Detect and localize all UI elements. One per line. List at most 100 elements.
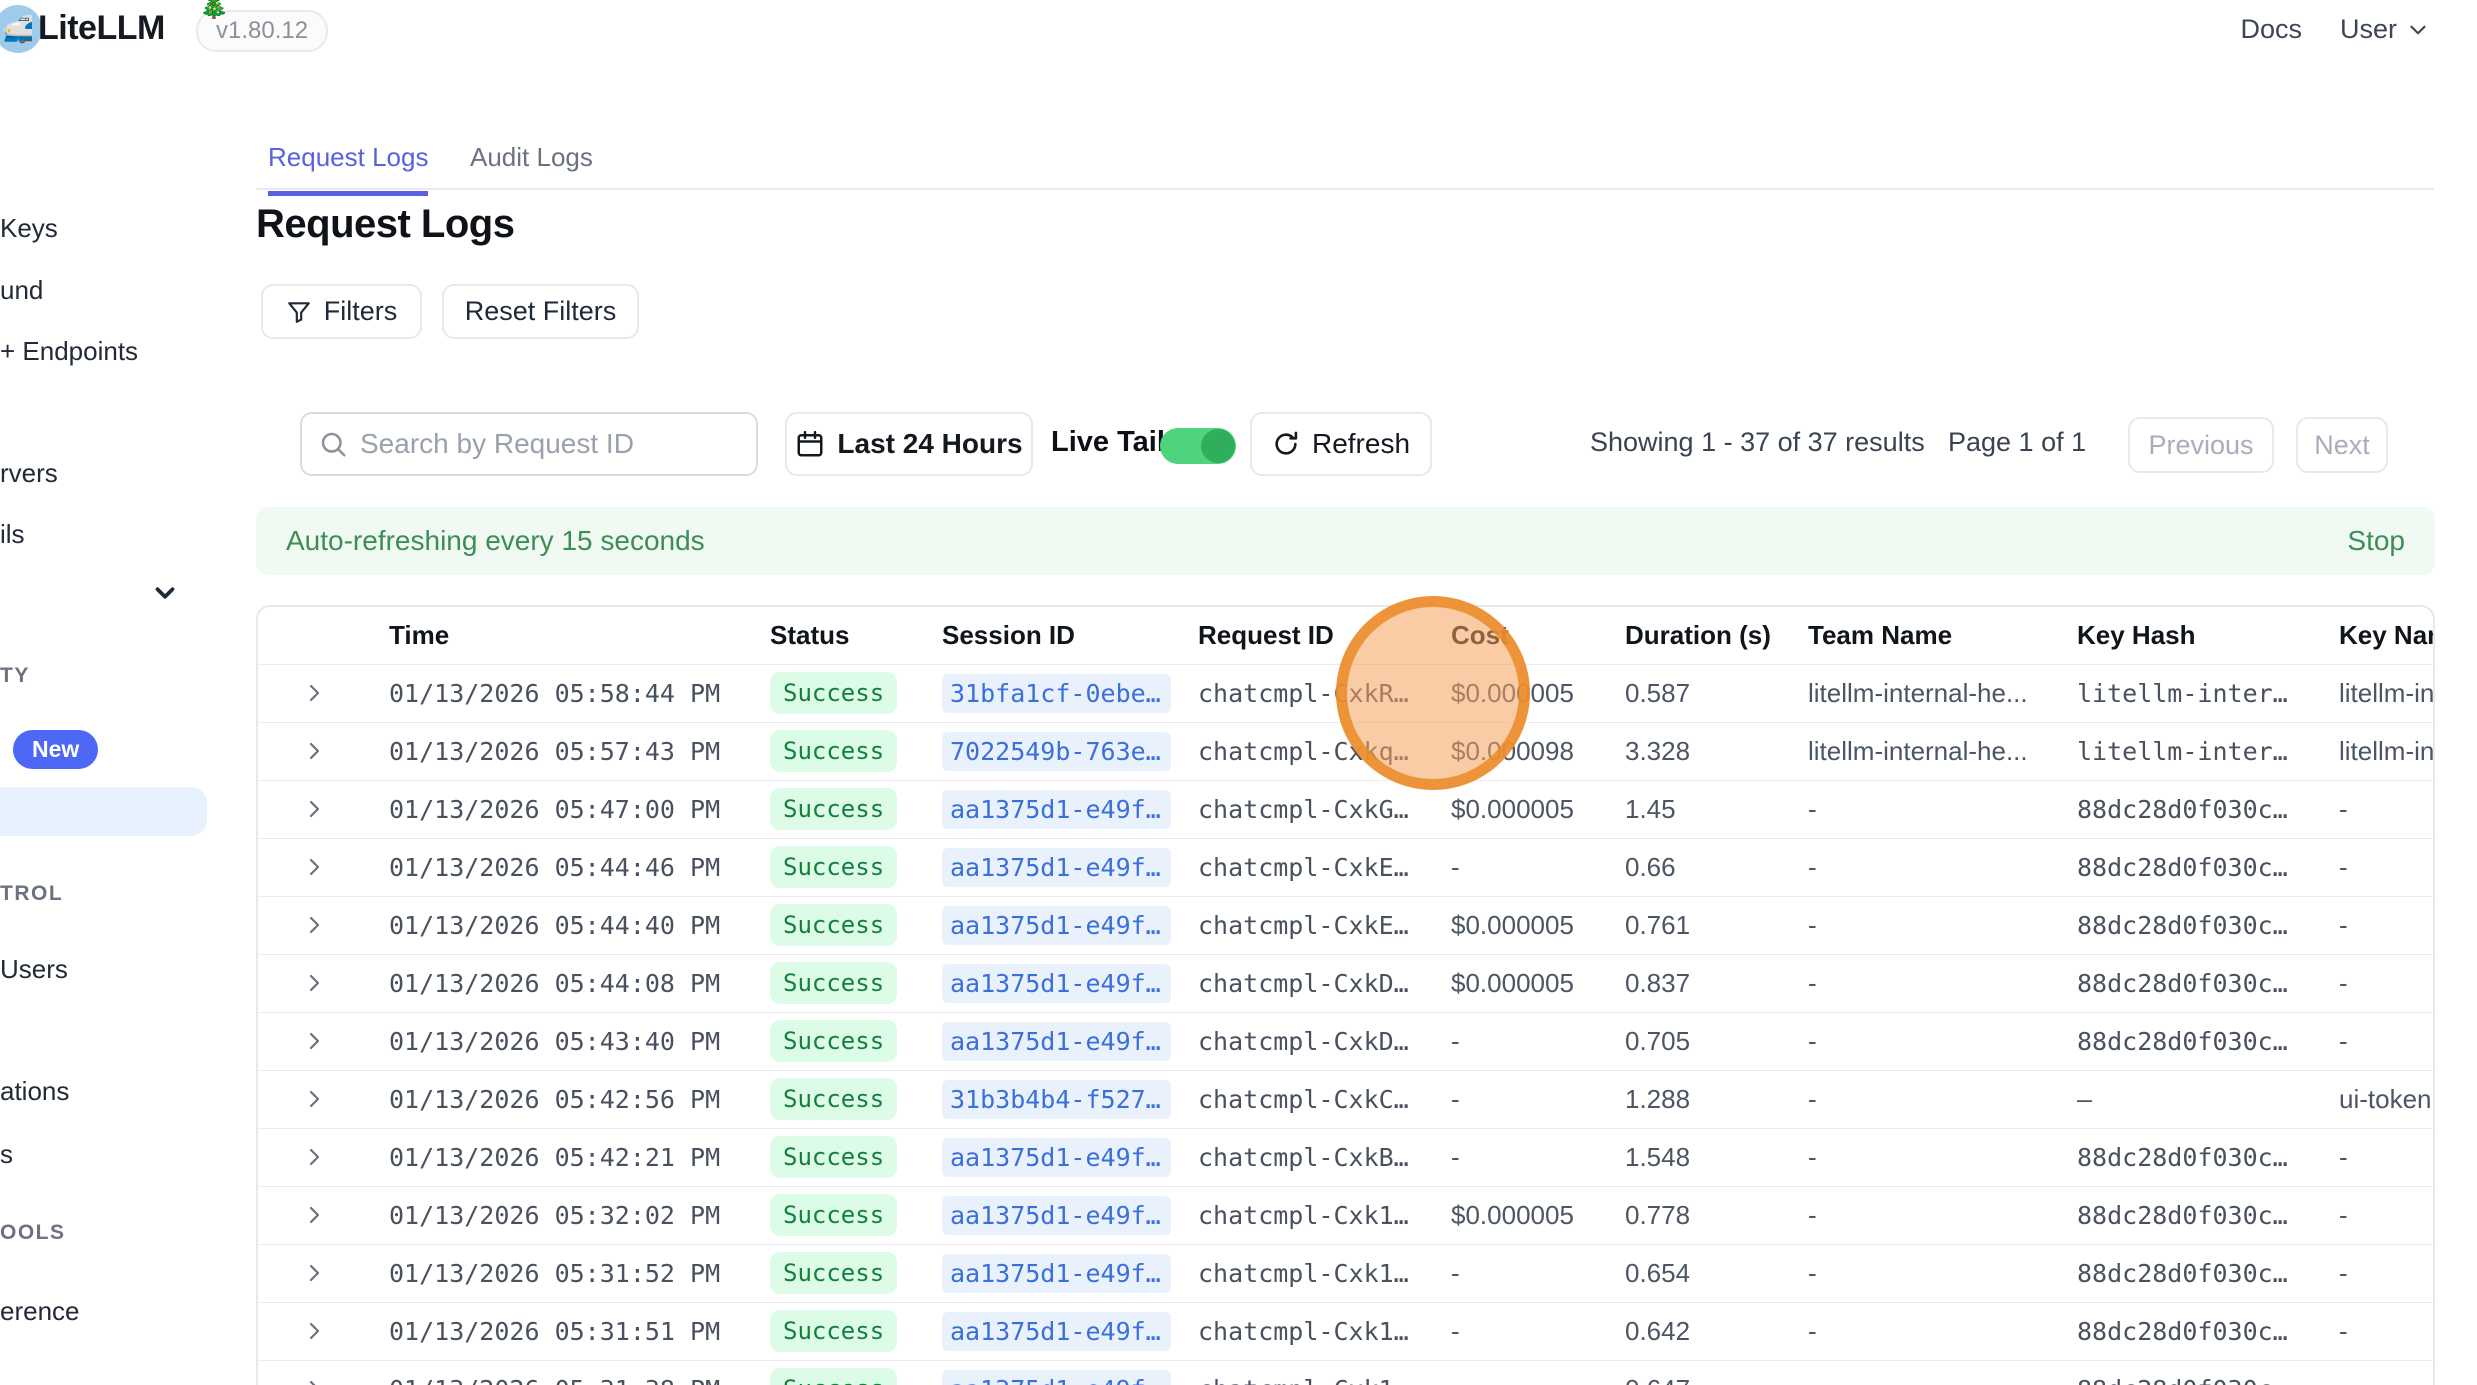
docs-link[interactable]: Docs: [2240, 14, 2302, 45]
col-cost: Cost: [1451, 607, 1625, 664]
session-id-link[interactable]: aa1375d1-e49f…: [942, 1138, 1171, 1177]
sidebar-item-inference[interactable]: erence: [0, 1296, 80, 1327]
session-id-link[interactable]: 31b3b4b4-f527…: [942, 1080, 1171, 1119]
session-id-link[interactable]: aa1375d1-e49f…: [942, 1196, 1171, 1235]
sidebar-item-endpoints[interactable]: + Endpoints: [0, 336, 138, 367]
user-menu[interactable]: User: [2340, 14, 2431, 45]
table-row[interactable]: 01/13/2026 05:42:21 PM Success aa1375d1-…: [258, 1128, 2435, 1186]
cell-duration: 0.837: [1625, 954, 1808, 1012]
expand-chevron-icon[interactable]: [302, 1203, 389, 1227]
sidebar-collapse-chevron-icon[interactable]: [150, 578, 180, 608]
session-id-link[interactable]: aa1375d1-e49f…: [942, 906, 1171, 945]
cell-cost: -: [1451, 1360, 1625, 1385]
search-input[interactable]: [360, 428, 740, 460]
table-row[interactable]: 01/13/2026 05:43:40 PM Success aa1375d1-…: [258, 1012, 2435, 1070]
filters-button[interactable]: Filters: [261, 284, 422, 339]
session-id-link[interactable]: 7022549b-763e…: [942, 732, 1171, 771]
brand-title: LiteLLM: [38, 9, 165, 48]
sidebar-item-selected[interactable]: [0, 787, 207, 836]
expand-chevron-icon[interactable]: [302, 1145, 389, 1169]
col-status: Status: [770, 607, 942, 664]
cell-cost: -: [1451, 838, 1625, 896]
cell-key-name: -: [2339, 1244, 2435, 1302]
cell-key-name: litellm-inte: [2339, 664, 2435, 722]
expand-chevron-icon[interactable]: [302, 739, 389, 763]
cell-team-name: -: [1808, 896, 2077, 954]
expand-chevron-icon[interactable]: [302, 1377, 389, 1385]
sidebar-item-organizations[interactable]: ations: [0, 1076, 69, 1107]
cell-time: 01/13/2026 05:43:40 PM: [389, 1012, 770, 1070]
cell-key-hash: litellm-inter…: [2077, 722, 2339, 780]
expand-chevron-icon[interactable]: [302, 913, 389, 937]
table-row[interactable]: 01/13/2026 05:42:56 PM Success 31b3b4b4-…: [258, 1070, 2435, 1128]
table-row[interactable]: 01/13/2026 05:44:46 PM Success aa1375d1-…: [258, 838, 2435, 896]
tab-request-logs[interactable]: Request Logs: [268, 142, 428, 196]
session-id-link[interactable]: aa1375d1-e49f…: [942, 848, 1171, 887]
table-row[interactable]: 01/13/2026 05:44:40 PM Success aa1375d1-…: [258, 896, 2435, 954]
cell-key-name: -: [2339, 1012, 2435, 1070]
expand-chevron-icon[interactable]: [302, 1029, 389, 1053]
next-page-button[interactable]: Next: [2296, 417, 2388, 473]
cell-time: 01/13/2026 05:31:52 PM: [389, 1244, 770, 1302]
search-icon: [318, 429, 348, 459]
expand-chevron-icon[interactable]: [302, 1319, 389, 1343]
table-row[interactable]: 01/13/2026 05:31:38 PM Success aa1375d1-…: [258, 1360, 2435, 1385]
expand-chevron-icon[interactable]: [302, 1261, 389, 1285]
cell-cost: -: [1451, 1012, 1625, 1070]
expand-chevron-icon[interactable]: [302, 681, 389, 705]
session-id-link[interactable]: aa1375d1-e49f…: [942, 1370, 1171, 1385]
status-badge: Success: [770, 730, 897, 772]
table-row[interactable]: 01/13/2026 05:32:02 PM Success aa1375d1-…: [258, 1186, 2435, 1244]
sidebar-item-teams[interactable]: s: [0, 1139, 13, 1170]
table-row[interactable]: 01/13/2026 05:31:51 PM Success aa1375d1-…: [258, 1302, 2435, 1360]
previous-page-button[interactable]: Previous: [2128, 417, 2274, 473]
expand-chevron-icon[interactable]: [302, 971, 389, 995]
tab-audit-logs[interactable]: Audit Logs: [470, 142, 593, 191]
table-row[interactable]: 01/13/2026 05:44:08 PM Success aa1375d1-…: [258, 954, 2435, 1012]
table-row[interactable]: 01/13/2026 05:47:00 PM Success aa1375d1-…: [258, 780, 2435, 838]
cell-key-hash: 88dc28d0f030c…: [2077, 1302, 2339, 1360]
cell-key-name: litellm-inte: [2339, 722, 2435, 780]
user-menu-label: User: [2340, 14, 2397, 45]
session-id-link[interactable]: 31bfa1cf-0ebe…: [942, 674, 1171, 713]
sidebar-item-playground[interactable]: und: [0, 275, 43, 306]
sidebar-item-servers[interactable]: rvers: [0, 458, 58, 489]
refresh-button[interactable]: Refresh: [1250, 412, 1432, 476]
live-tail-toggle[interactable]: [1160, 428, 1236, 464]
time-range-button[interactable]: Last 24 Hours: [785, 412, 1033, 476]
session-id-link[interactable]: aa1375d1-e49f…: [942, 1312, 1171, 1351]
session-id-link[interactable]: aa1375d1-e49f…: [942, 1022, 1171, 1061]
col-time: Time: [389, 607, 770, 664]
toggle-knob: [1201, 429, 1235, 463]
cell-time: 01/13/2026 05:47:00 PM: [389, 780, 770, 838]
sidebar-section-observability: TY: [0, 664, 30, 688]
stop-auto-refresh-button[interactable]: Stop: [2347, 525, 2405, 557]
table-header-row: Time Status Session ID Request ID Cost D…: [258, 607, 2435, 664]
cell-key-name: -: [2339, 1360, 2435, 1385]
session-id-link[interactable]: aa1375d1-e49f…: [942, 964, 1171, 1003]
cell-duration: 1.548: [1625, 1128, 1808, 1186]
cell-request-id: chatcmpl-CxkR…: [1198, 664, 1451, 722]
col-expand: [258, 607, 389, 664]
table-row[interactable]: 01/13/2026 05:31:52 PM Success aa1375d1-…: [258, 1244, 2435, 1302]
session-id-link[interactable]: aa1375d1-e49f…: [942, 790, 1171, 829]
status-badge: Success: [770, 904, 897, 946]
cell-team-name: -: [1808, 1244, 2077, 1302]
session-id-link[interactable]: aa1375d1-e49f…: [942, 1254, 1171, 1293]
cell-duration: 0.654: [1625, 1244, 1808, 1302]
cell-key-name: ui-token: [2339, 1070, 2435, 1128]
sidebar-item-users[interactable]: Users: [0, 954, 68, 985]
expand-chevron-icon[interactable]: [302, 855, 389, 879]
sidebar-item-guardrails[interactable]: ils: [0, 519, 25, 550]
cell-cost: -: [1451, 1244, 1625, 1302]
table-row[interactable]: 01/13/2026 05:58:44 PM Success 31bfa1cf-…: [258, 664, 2435, 722]
reset-filters-button[interactable]: Reset Filters: [442, 284, 639, 339]
expand-chevron-icon[interactable]: [302, 797, 389, 821]
cell-request-id: chatcmpl-CxkD…: [1198, 1012, 1451, 1070]
live-tail-label: Live Tail: [1051, 426, 1165, 459]
expand-chevron-icon[interactable]: [302, 1087, 389, 1111]
page-title: Request Logs: [256, 202, 514, 247]
table-row[interactable]: 01/13/2026 05:57:43 PM Success 7022549b-…: [258, 722, 2435, 780]
cell-team-name: -: [1808, 1360, 2077, 1385]
sidebar-item-keys[interactable]: Keys: [0, 213, 58, 244]
